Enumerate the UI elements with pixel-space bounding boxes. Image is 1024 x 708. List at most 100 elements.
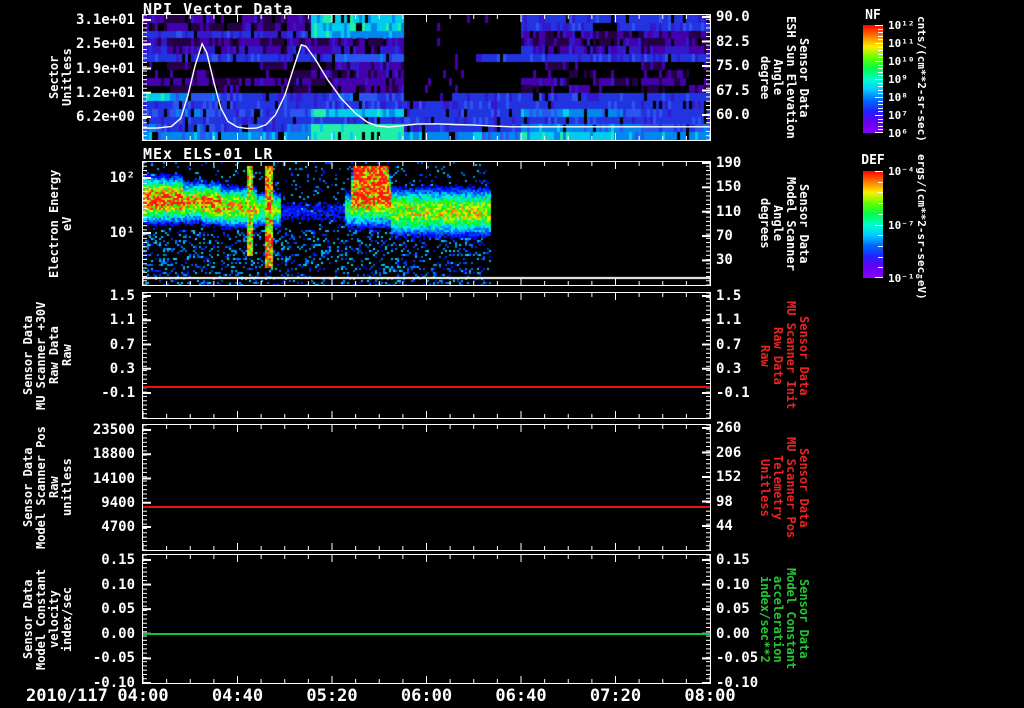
mu-scanner-raw-left-axis-title-line: Raw [60, 344, 74, 367]
colorbar-nf-units: cnts/(cm**2-sr-sec) [915, 16, 928, 142]
colorbar-nf-minor-tick [878, 75, 883, 77]
model-constant-right-axis-title-line: index/sec**2 [758, 575, 772, 663]
colorbar-nf-tick-label: 10⁸ [888, 91, 908, 104]
model-constant-axes-frame [142, 554, 711, 684]
x-axis-tick-label: 05:20 [306, 686, 358, 706]
colorbar-nf-minor-tick [878, 132, 883, 133]
colorbar-def-minor-tick [878, 181, 883, 183]
colorbar-def-minor-tick [878, 203, 883, 205]
model-constant-right-axis-title-line: Sensor Data [797, 579, 811, 659]
colorbar-nf-minor-tick [878, 71, 883, 73]
mu-scanner-raw-right-axis-title-line: MU Scanner Init [784, 301, 798, 410]
model-constant-left-axis-title: Sensor Data Model Constant velocity index/s… [21, 555, 74, 683]
colorbar-def-minor-tick [878, 245, 883, 247]
colorbar-nf-minor-tick [878, 111, 883, 113]
colorbar-nf-minor-tick [878, 53, 883, 55]
colorbar-nf-minor-tick [878, 104, 883, 106]
npi-left-axis-title-line: Unitless [60, 48, 74, 107]
colorbar-nf-minor-tick [878, 61, 883, 62]
colorbar-def-minor-tick [878, 192, 883, 194]
colorbar-def-units: ergs/(cm**2-sr-sec-eV) [915, 154, 928, 300]
colorbar-nf-minor-tick [878, 68, 883, 70]
npi-right-axis-title-line: ESH Sun Elevation [784, 16, 798, 139]
colorbar-nf-minor-tick [878, 122, 883, 124]
mu-scanner-raw-right-axis-title: Sensor Data MU Scanner Init Raw Data Raw [758, 293, 811, 418]
multi-panel-science-plot: NPI Vector Data MEx ELS-01 LR 3.1e+01 2.5… [0, 0, 1024, 708]
colorbar-nf-minor-tick [878, 46, 883, 48]
npi-right-axis-title: Sensor Data ESH Sun Elevation Angle degree [758, 15, 811, 140]
colorbar-nf-minor-tick [878, 118, 883, 120]
colorbar-nf-tick-label: 10⁷ [888, 109, 908, 122]
colorbar-def-minor-tick [878, 224, 883, 226]
scanner-pos-right-axis-title-line: MU Scanner Pos [784, 436, 798, 539]
mu-scanner-raw-data-line [143, 385, 710, 388]
colorbar-nf-minor-tick [878, 50, 883, 52]
els-left-axis-title: Electron Energy eV [47, 162, 74, 285]
npi-right-axis-title-line: Sensor Data [797, 37, 811, 118]
colorbar-nf-tick-label: 10⁹ [888, 73, 908, 86]
colorbar-def-minor-tick [878, 235, 883, 237]
scanner-pos-right-axis-title: Sensor Data MU Scanner Pos Telemetry Unitle… [758, 425, 811, 550]
colorbar-nf-minor-tick [878, 129, 883, 131]
colorbar-nf-minor-tick [878, 64, 883, 66]
colorbar-nf-minor-tick [878, 32, 883, 34]
npi-right-axis-title-line: degree [758, 55, 772, 100]
els-axes-frame [142, 161, 711, 286]
x-axis-tick-label: 04:40 [211, 686, 264, 706]
scanner-pos-right-axis-title-line: Unitless [758, 458, 772, 517]
colorbar-def-minor-tick [878, 267, 883, 269]
scanner-pos-left-axis-title-line: unitless [60, 458, 74, 517]
colorbar-nf-minor-tick [878, 107, 883, 109]
scanner-pos-left-axis-title: Sensor Data Model Scanner Pos Raw unitless [21, 425, 74, 550]
x-axis-tick-label: 06:40 [495, 686, 547, 706]
els-left-axis-title-line: eV [60, 216, 74, 231]
model-constant-right-axis-title-line: Model Constant [784, 568, 798, 670]
colorbar-nf-minor-tick [878, 35, 883, 37]
npi-right-axis-title-line: Angle [771, 59, 785, 96]
x-axis-tick-label: 06:00 [400, 686, 453, 706]
x-axis-date-label: 2010/117 [26, 686, 108, 706]
scanner-pos-axes-frame [142, 424, 711, 551]
colorbar-nf-tick-label: 10⁶ [888, 127, 908, 140]
scanner-pos-right-axis-title-line: Sensor Data [797, 447, 811, 528]
colorbar-nf-title: NF [865, 8, 881, 23]
colorbar-nf-minor-tick [878, 97, 883, 98]
colorbar-nf-minor-tick [878, 93, 883, 95]
mu-scanner-raw-left-axis-title: Sensor Data MU Scanner +30V Raw Data Raw [21, 293, 74, 418]
colorbar-def-tick-label: 10⁻⁴ [888, 165, 915, 178]
npi-axes-frame [142, 14, 711, 141]
x-axis-tick-label: 07:20 [589, 686, 642, 706]
scanner-pos-data-line [143, 506, 710, 509]
colorbar-def-minor-tick [878, 256, 883, 258]
colorbar-def-minor-tick [878, 277, 883, 278]
els-right-axis-title-line: Sensor Data [797, 183, 811, 264]
x-axis-tick-label: 08:00 [684, 686, 736, 706]
colorbar-nf-minor-tick [878, 115, 883, 116]
colorbar-nf-minor-tick [878, 89, 883, 91]
colorbar-nf-minor-tick [878, 79, 883, 80]
colorbar-nf-minor-tick [878, 125, 883, 127]
els-right-axis-title-line: Model Scanner [784, 176, 798, 271]
mu-scanner-raw-axes-frame [142, 292, 711, 419]
colorbar-nf-minor-tick [878, 86, 883, 88]
els-right-axis-title-line: degrees [758, 198, 772, 249]
mu-scanner-raw-right-axis-title-line: Raw Data [771, 326, 785, 385]
colorbar-nf-minor-tick [878, 25, 883, 26]
x-axis-tick-label: 04:00 [117, 686, 169, 706]
colorbar-def-tick-label: 10⁻⁷ [888, 218, 915, 232]
colorbar-nf-minor-tick [878, 28, 883, 30]
colorbar-nf-minor-tick [878, 82, 883, 84]
colorbar-nf-minor-tick [878, 100, 883, 102]
colorbar-def-minor-tick [878, 213, 883, 215]
scanner-pos-right-axis-title-line: Telemetry [771, 454, 785, 521]
colorbar-nf-minor-tick [878, 57, 883, 59]
model-constant-right-axis-title-line: acceleration [771, 575, 785, 663]
model-constant-data-line [143, 632, 710, 635]
mu-scanner-raw-right-axis-title-line: Sensor Data [797, 315, 811, 396]
colorbar-def-minor-tick [878, 171, 883, 172]
colorbar-def-title: DEF [861, 153, 885, 168]
mu-scanner-raw-right-axis-title-line: Raw [758, 344, 772, 367]
colorbar-nf-tick-label: 10¹² [888, 19, 915, 32]
els-right-axis-title-line: Angle [771, 205, 785, 242]
colorbar-nf-tick-label: 10¹⁰ [888, 55, 915, 68]
